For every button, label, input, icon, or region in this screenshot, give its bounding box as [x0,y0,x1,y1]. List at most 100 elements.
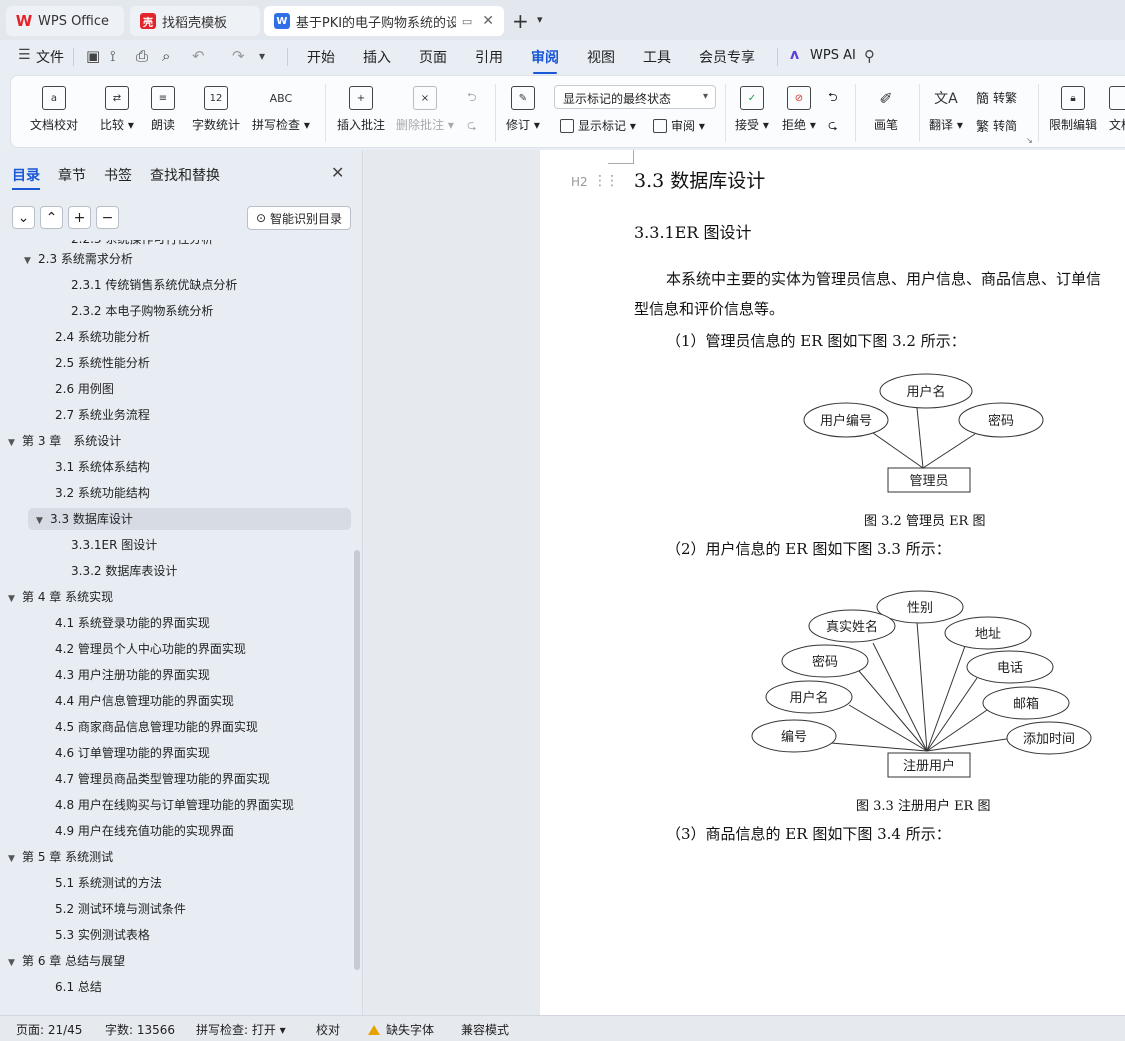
markup-state-dropdown[interactable]: 显示标记的最终状态 ▾ [554,85,716,109]
redo-icon[interactable]: ↷ [232,47,245,65]
new-tab-icon[interactable]: + [512,9,529,33]
toc-item[interactable]: 5.3 实例测试表格 [55,924,150,946]
compare-button[interactable]: ⇄ 比较 ▾ [100,86,134,133]
page-indicator[interactable]: 页面: 21/45 [16,1021,82,1038]
menu-wps-ai[interactable]: WPS AI [810,48,856,63]
expand-triangle-icon[interactable]: ▼ [8,848,22,870]
tab-wps-office[interactable]: W WPS Office [6,6,124,36]
scrollbar[interactable] [354,550,360,970]
expand-button[interactable]: ⌃ [40,206,63,229]
toc-item[interactable]: 3.2 系统功能结构 [55,482,150,504]
toc-item[interactable]: ▼ 第 3 章 系统设计 [8,430,121,452]
search-icon[interactable]: ⚲ [864,47,875,65]
pen-button[interactable]: ✐ 画笔 [874,86,898,133]
restrict-edit-button[interactable]: 🔒︎ 限制编辑 [1049,86,1097,133]
tab-find-replace[interactable]: 查找和替换 [150,165,220,185]
menu-file[interactable]: 文件 [36,47,64,67]
expand-group-icon[interactable]: ↘ [1026,136,1033,145]
print-icon[interactable]: ⎙ [136,47,148,65]
close-tab-icon[interactable]: ✕ [482,13,494,29]
word-count-button[interactable]: 12 字数统计 [192,86,240,133]
expand-triangle-icon[interactable]: ▼ [8,952,22,974]
delete-comment-button[interactable]: × 删除批注 ▾ [396,86,454,133]
toc-item[interactable]: 3.3.1ER 图设计 [71,534,157,556]
spell-check-button[interactable]: ABC 拼写检查 ▾ [252,86,310,133]
insert-comment-button[interactable]: + 插入批注 [337,86,385,133]
more-chevron-icon[interactable]: ▾ [259,49,265,63]
undo-icon[interactable]: ↶ [192,47,205,65]
toc-item[interactable]: 3.3.2 数据库表设计 [71,560,177,582]
expand-triangle-icon[interactable]: ▼ [36,510,50,532]
next-change-icon[interactable]: ⮎ [828,116,838,137]
tab-template[interactable]: 壳 找稻壳模板 [130,6,260,36]
menu-review[interactable]: 审阅 [531,47,559,74]
toc-item[interactable]: 4.9 用户在线充值功能的实现界面 [55,820,234,842]
translate-button[interactable]: 文A 翻译 ▾ [929,86,963,133]
toc-item[interactable]: 2.5 系统性能分析 [55,352,150,374]
toc-item[interactable]: 6.1 总结 [55,976,102,998]
toc-item[interactable]: 2.4 系统功能分析 [55,326,150,348]
share-icon[interactable]: ⟟ [110,47,116,65]
hamburger-icon[interactable]: ☰ [18,47,31,63]
proofread-button[interactable]: a 文档校对 [30,86,78,133]
menu-reference[interactable]: 引用 [475,47,503,67]
toc-item[interactable]: 5.1 系统测试的方法 [55,872,162,894]
tab-bookmarks[interactable]: 书签 [104,165,132,185]
word-count-indicator[interactable]: 字数: 13566 [105,1021,175,1038]
monitor-icon[interactable]: ▭ [462,15,472,28]
toc-item[interactable]: ▼ 第 4 章 系统实现 [8,586,113,608]
menu-insert[interactable]: 插入 [363,47,391,67]
toc-item[interactable]: 4.7 管理员商品类型管理功能的界面实现 [55,768,270,790]
read-aloud-button[interactable]: ≡ 朗读 [151,86,175,133]
menu-start[interactable]: 开始 [307,47,335,67]
tab-toc[interactable]: 目录 [12,165,40,190]
demote-button[interactable]: − [96,206,119,229]
toc-item[interactable]: 4.2 管理员个人中心功能的界面实现 [55,638,246,660]
menu-tools[interactable]: 工具 [643,47,671,67]
menu-member[interactable]: 会员专享 [699,47,755,67]
review-pane-button[interactable]: 审阅 ▾ [653,117,705,134]
toc-item[interactable]: 4.6 订单管理功能的界面实现 [55,742,210,764]
prev-comment-icon[interactable]: ⮌ [467,88,477,109]
expand-triangle-icon[interactable]: ▼ [8,588,22,610]
promote-button[interactable]: + [68,206,91,229]
toc-item[interactable]: ▼ 第 6 章 总结与展望 [8,950,125,972]
toc-item[interactable]: ▼ 第 5 章 系统测试 [8,846,113,868]
revise-button[interactable]: ✎ 修订 ▾ [506,86,540,133]
accept-button[interactable]: ✓ 接受 ▾ [735,86,769,133]
toc-item[interactable]: 2.6 用例图 [55,378,114,400]
toc-item[interactable]: 2.3.1 传统销售系统优缺点分析 [71,274,237,296]
toc-item[interactable]: 4.5 商家商品信息管理功能的界面实现 [55,716,258,738]
reject-button[interactable]: ⊘ 拒绝 ▾ [782,86,816,133]
toc-item[interactable]: 5.2 测试环境与测试条件 [55,898,186,920]
to-simplified-button[interactable]: 繁 转简 [976,116,1017,135]
spell-check-indicator[interactable]: 拼写检查: 打开 ▾ [196,1021,286,1038]
print-preview-icon[interactable]: ⌕ [162,47,170,65]
show-markup-button[interactable]: 显示标记 ▾ [560,117,636,134]
toc-item[interactable]: 4.1 系统登录功能的界面实现 [55,612,210,634]
toc-item[interactable]: 4.8 用户在线购买与订单管理功能的界面实现 [55,794,294,816]
toc-item[interactable]: 3.1 系统体系结构 [55,456,150,478]
save-icon[interactable]: ▣ [86,47,100,65]
collapse-button[interactable]: ⌄ [12,206,35,229]
document-button[interactable]: 文档 [1109,86,1125,133]
menu-view[interactable]: 视图 [587,47,615,67]
drag-handle-icon[interactable]: ⋮⋮ [593,173,619,189]
chevron-down-icon[interactable]: ▾ [537,13,543,26]
expand-triangle-icon[interactable]: ▼ [8,432,22,454]
menu-page[interactable]: 页面 [419,47,447,67]
toc-item[interactable]: 2.7 系统业务流程 [55,404,150,426]
toc-item[interactable]: 2.3.2 本电子购物系统分析 [71,300,213,322]
prev-change-icon[interactable]: ⮌ [828,88,838,109]
expand-triangle-icon[interactable]: ▼ [24,250,38,272]
toc-item[interactable]: ▼ 3.3 数据库设计 [28,508,351,530]
missing-font-indicator[interactable]: 缺失字体 [368,1021,434,1038]
tab-document[interactable]: W 基于PKI的电子购物系统的设计 ▭ ✕ [264,6,504,36]
toc-item[interactable]: 4.3 用户注册功能的界面实现 [55,664,210,686]
next-comment-icon[interactable]: ⮎ [467,116,477,137]
tab-sections[interactable]: 章节 [58,165,86,185]
toc-item[interactable]: 4.4 用户信息管理功能的界面实现 [55,690,234,712]
proofread-indicator[interactable]: 校对 [316,1021,340,1038]
close-icon[interactable]: ✕ [331,163,344,182]
toc-item[interactable]: ▼ 2.3 系统需求分析 [24,248,133,270]
